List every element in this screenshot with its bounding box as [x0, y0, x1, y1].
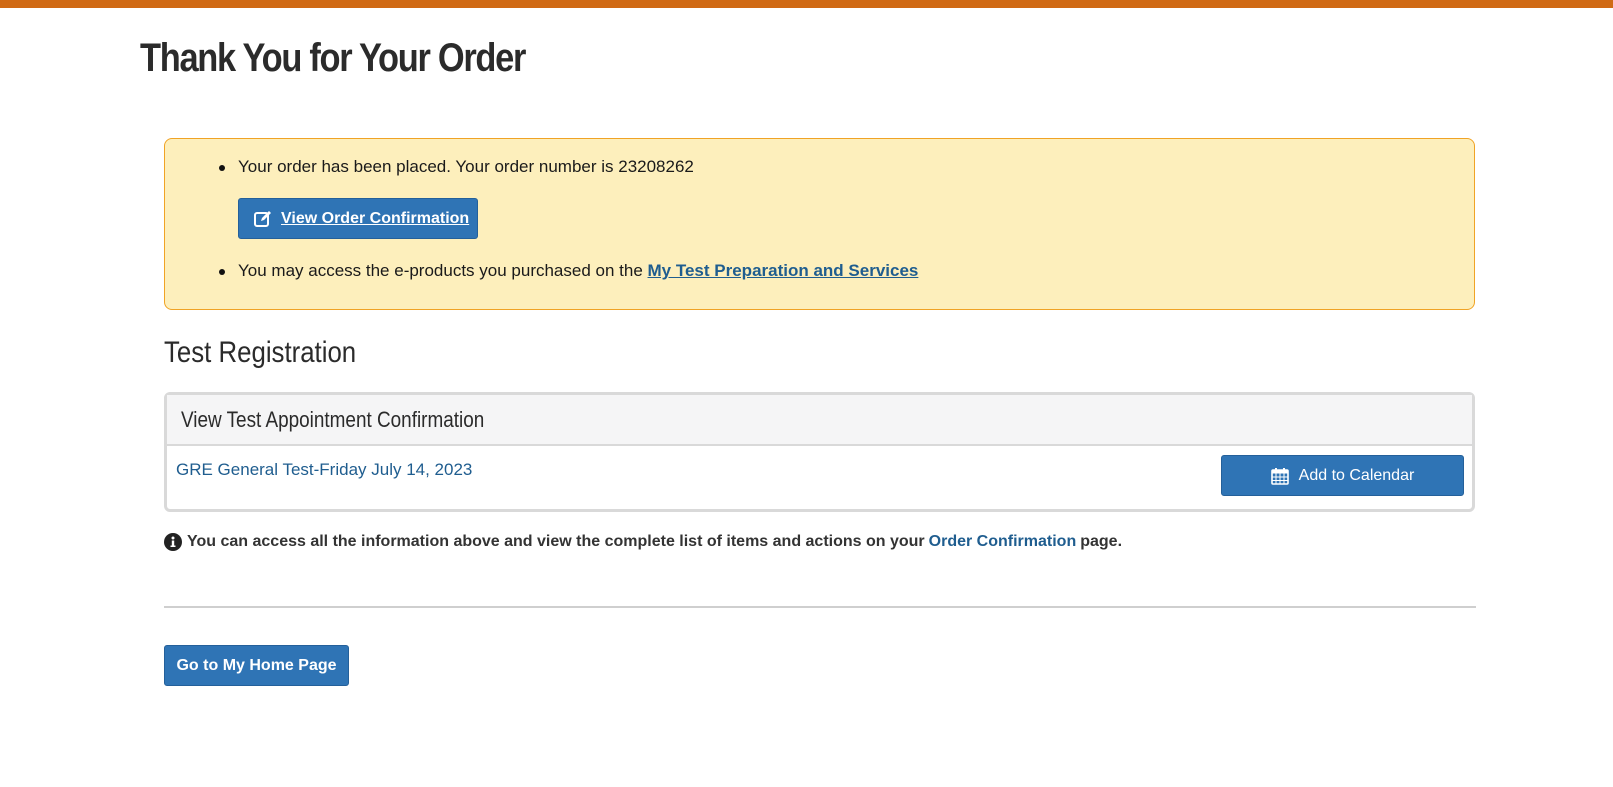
- order-placed-text: Your order has been placed. Your order n…: [238, 157, 694, 176]
- edit-icon: [253, 209, 273, 229]
- gre-test-link[interactable]: GRE General Test-Friday July 14, 2023: [176, 460, 472, 480]
- my-test-preparation-link[interactable]: My Test Preparation and Services: [648, 261, 919, 280]
- test-appointment-panel: View Test Appointment Confirmation GRE G…: [164, 392, 1475, 512]
- calendar-icon: [1270, 467, 1289, 485]
- info-circle-icon: [164, 533, 182, 551]
- info-text-before: You can access all the information above…: [187, 533, 925, 550]
- add-to-calendar-button[interactable]: Add to Calendar: [1221, 455, 1464, 496]
- order-confirmation-link[interactable]: Order Confirmation: [929, 533, 1077, 551]
- panel-header: View Test Appointment Confirmation: [167, 395, 1472, 446]
- eproducts-line: You may access the e-products you purcha…: [238, 261, 918, 281]
- divider: [164, 606, 1476, 608]
- bullet: [219, 269, 225, 275]
- add-to-calendar-label: Add to Calendar: [1298, 466, 1415, 484]
- go-to-home-page-button[interactable]: Go to My Home Page: [164, 645, 349, 686]
- panel-title: View Test Appointment Confirmation: [181, 406, 485, 432]
- page-title: Thank You for Your Order: [140, 36, 526, 80]
- eproducts-text: You may access the e-products you purcha…: [238, 261, 648, 280]
- info-line: You can access all the information above…: [164, 533, 1122, 551]
- info-text-after: page.: [1080, 533, 1123, 550]
- top-accent-bar: [0, 0, 1613, 8]
- panel-body: GRE General Test-Friday July 14, 2023 Ad…: [167, 446, 1472, 508]
- section-title: Test Registration: [164, 336, 357, 369]
- order-alert: Your order has been placed. Your order n…: [164, 138, 1475, 310]
- view-order-confirmation-button[interactable]: View Order Confirmation: [238, 198, 478, 239]
- bullet: [219, 165, 225, 171]
- view-order-confirmation-label: View Order Confirmation: [281, 209, 470, 227]
